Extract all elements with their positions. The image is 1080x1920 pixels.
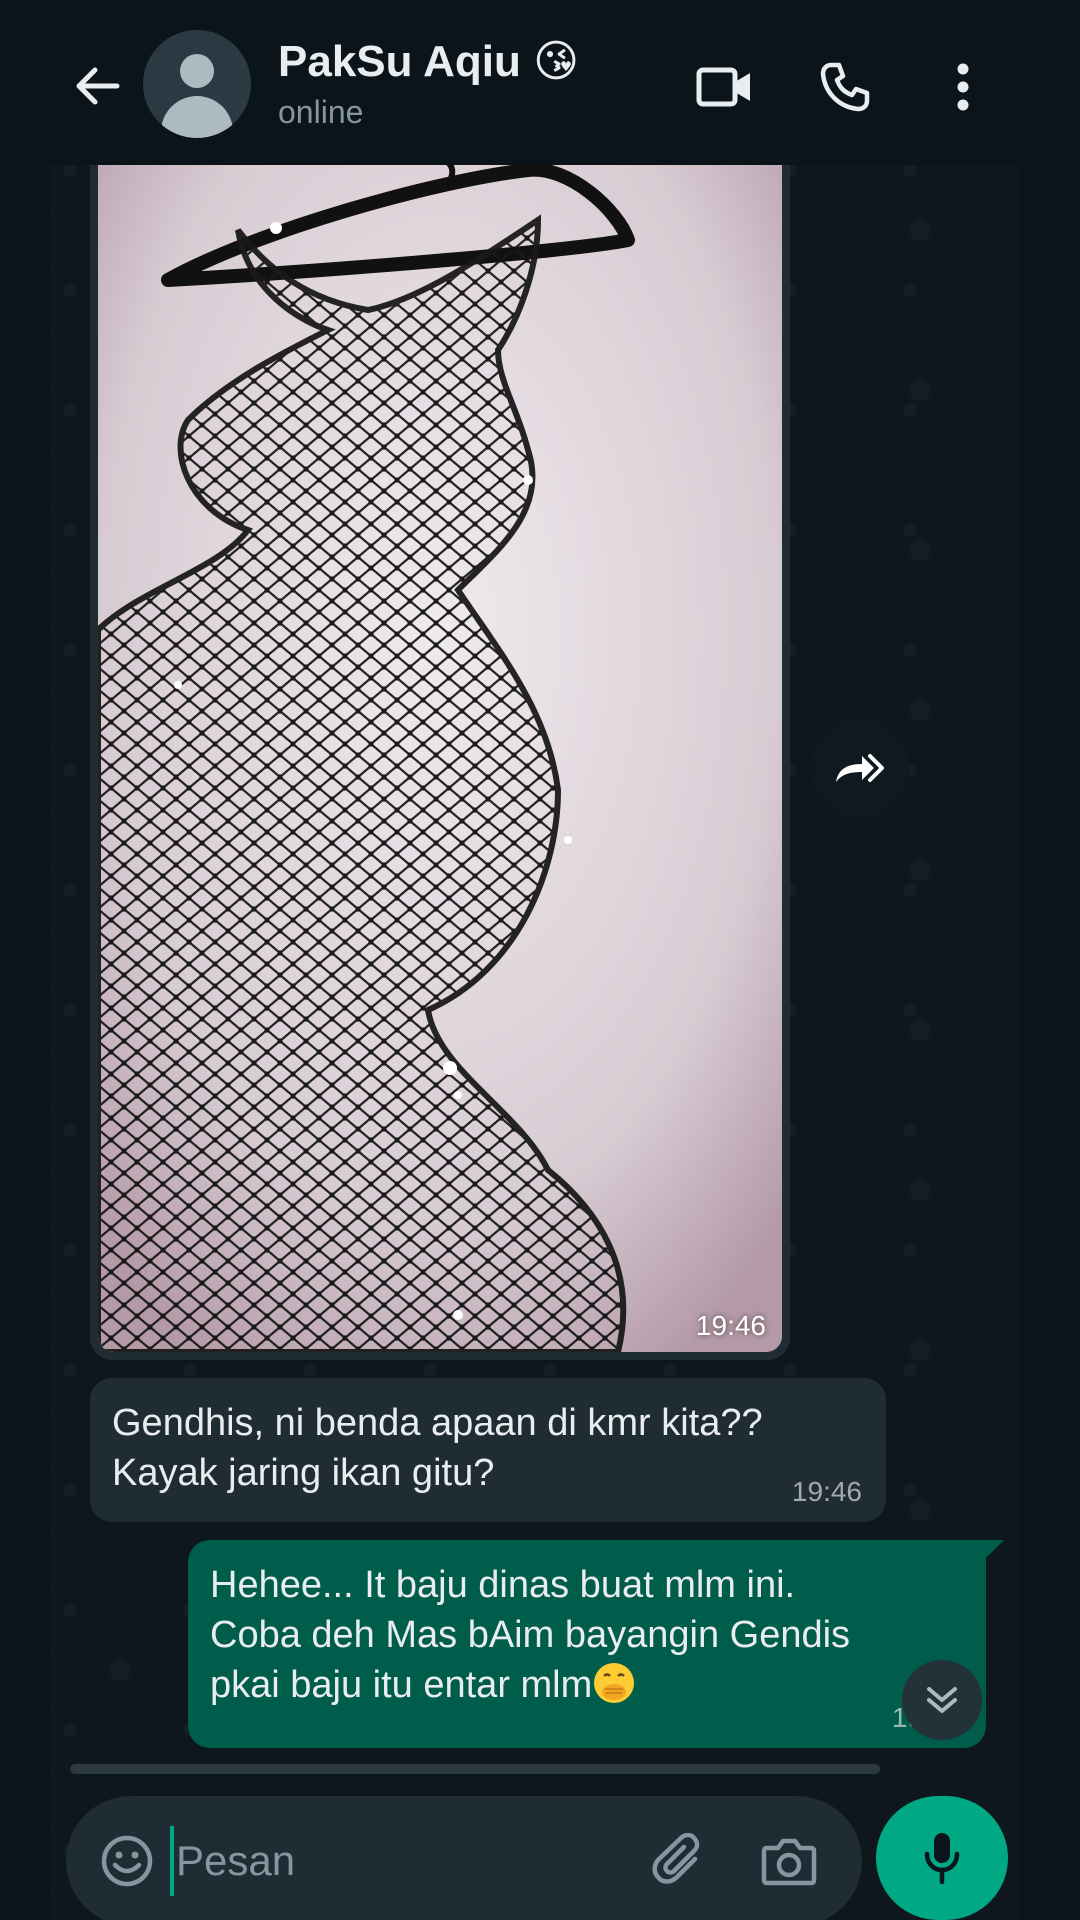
message-text-line: Kayak jaring ikan gitu? [112,1452,495,1494]
incoming-message[interactable]: Gendhis, ni benda apaan di kmr kita?? Ka… [90,1378,886,1522]
microphone-icon [924,1833,960,1885]
avatar-body [161,96,233,138]
message-text-line-with-emoji: pkai baju itu entar mlm [210,1660,964,1710]
outgoing-message[interactable]: Hehee... It baju dinas buat mlm ini. Cob… [188,1540,1004,1748]
face-with-hand-over-mouth-icon [594,1663,635,1703]
phone-icon [820,62,870,112]
message-composer [66,1796,862,1920]
message-text-line: Gendhis, ni benda apaan di kmr kita?? [112,1402,763,1444]
message-photo[interactable]: 19:46 [98,150,782,1352]
message-time: 19:46 [695,1310,766,1341]
avatar-head [180,54,214,88]
chevron-double-down-icon [927,1687,957,1713]
contact-status: online [278,94,364,130]
attach-button[interactable] [646,1828,712,1894]
chat-screen: PakSu Aqiu 😘 online 19:46 Gendhis, ni be… [0,0,1080,1920]
back-button[interactable] [62,58,132,114]
message-text: pkai baju itu entar mlm [210,1664,593,1706]
arrow-left-icon [76,67,120,105]
photo-illustration [98,150,782,1352]
video-call-button[interactable] [690,52,760,122]
more-options-button[interactable] [928,52,998,122]
scroll-to-bottom-button[interactable] [902,1660,982,1740]
paperclip-icon [652,1833,700,1884]
voice-call-button[interactable] [810,52,880,122]
bubble-tail [984,1540,1004,1560]
message-time: 19:46 [791,1476,862,1507]
camera-button[interactable] [756,1828,822,1894]
smiley-icon [101,1835,153,1887]
avatar[interactable] [143,30,251,138]
camera-icon [761,1838,817,1886]
image-message[interactable]: 19:46 [90,150,790,1360]
forward-button[interactable] [810,718,910,818]
message-text-line: Coba deh Mas bAim bayangin Gendis [210,1614,851,1656]
forward-icon [836,754,884,782]
emoji-button[interactable] [94,1828,160,1894]
chat-header: PakSu Aqiu 😘 online [0,0,1080,165]
message-input[interactable] [170,1826,610,1896]
reply-divider [70,1764,880,1774]
video-camera-icon [696,67,750,107]
message-text-line: Hehee... It baju dinas buat mlm ini. [210,1564,796,1606]
contact-name[interactable]: PakSu Aqiu 😘 [278,36,579,87]
voice-message-button[interactable] [876,1796,1008,1920]
more-vertical-icon [957,63,969,111]
